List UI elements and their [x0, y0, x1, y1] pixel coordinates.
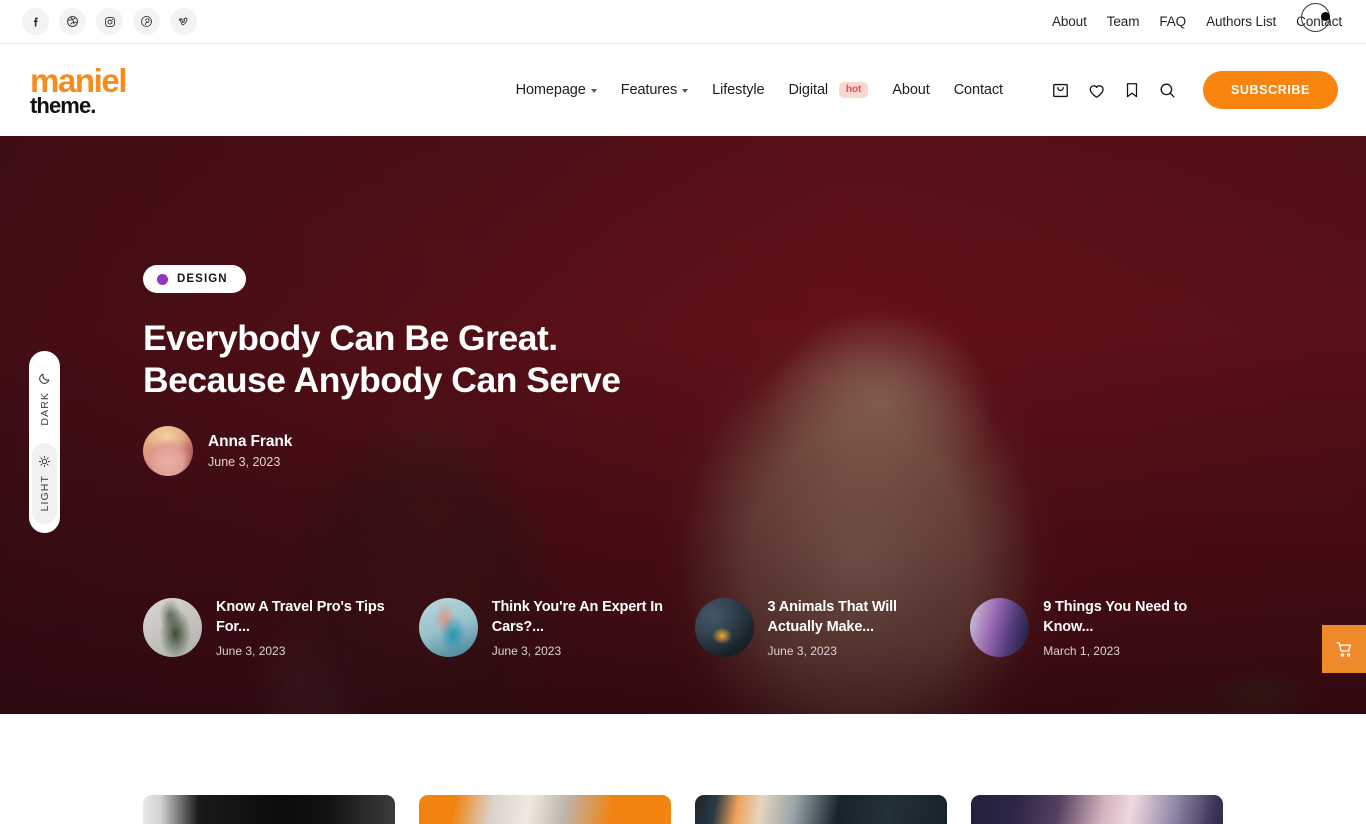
nav-label-contact: Contact: [953, 82, 1003, 98]
topbar-link-faq[interactable]: FAQ: [1149, 14, 1196, 29]
nav-item-digital[interactable]: Digital hot: [776, 82, 880, 98]
article-date: June 3, 2023: [767, 644, 837, 658]
topbar-nav: About Team FAQ Authors List Contact: [1042, 14, 1346, 29]
hero-author-name: Anna Frank: [208, 433, 293, 451]
hero-author-meta: Anna Frank June 3, 2023: [208, 433, 292, 469]
article-date: June 3, 2023: [491, 644, 562, 658]
article-card[interactable]: [143, 795, 395, 824]
article-text: 9 Things You Need to Know... March 1, 20…: [1043, 597, 1228, 658]
article-thumbnail: [418, 597, 478, 657]
hero-author-date: June 3, 2023: [208, 455, 281, 470]
article-date: June 3, 2023: [216, 644, 286, 658]
article-card[interactable]: [971, 795, 1223, 824]
nav-item-homepage[interactable]: Homepage: [504, 82, 609, 98]
article-card[interactable]: [695, 795, 947, 824]
logo-text-primary: maniel: [30, 61, 128, 99]
list-item[interactable]: 9 Things You Need to Know... March 1, 20…: [970, 597, 1246, 658]
topbar-link-team[interactable]: Team: [1097, 14, 1150, 29]
article-title: Know A Travel Pro's Tips For...: [216, 598, 385, 636]
shopping-cart-icon: [1336, 641, 1351, 657]
site-logo[interactable]: maniel theme.: [30, 61, 128, 117]
articles-section: [0, 714, 1366, 824]
list-item[interactable]: 3 Animals That Will Actually Make... Jun…: [694, 597, 971, 658]
article-date: March 1, 2023: [1043, 644, 1120, 658]
nav-item-about[interactable]: About: [880, 82, 941, 98]
cart-tab-button[interactable]: [1322, 625, 1366, 673]
list-item[interactable]: Know A Travel Pro's Tips For... June 3, …: [143, 597, 419, 658]
article-thumbnail: [143, 597, 202, 657]
article-title: Think You're An Expert In Cars?...: [491, 598, 663, 636]
article-card-image: [419, 795, 671, 824]
site-header: maniel theme. Homepage Features Lifestyl…: [0, 44, 1366, 136]
shopping-bag-icon[interactable]: [1051, 81, 1070, 100]
theme-label-dark: DARK: [38, 392, 51, 426]
hero-category-badge[interactable]: DESIGN: [143, 265, 246, 293]
article-card-image: [695, 795, 947, 824]
theme-label-light: LIGHT: [38, 474, 51, 511]
chevron-down-icon: [682, 89, 689, 93]
dribbble-icon[interactable]: [59, 8, 86, 35]
article-thumbnail: [694, 597, 754, 657]
topbar: About Team FAQ Authors List Contact: [0, 0, 1366, 44]
vimeo-icon[interactable]: [170, 8, 197, 35]
heart-icon[interactable]: [1087, 81, 1106, 100]
search-icon[interactable]: [1158, 81, 1177, 100]
nav-item-features[interactable]: Features: [609, 82, 700, 98]
article-text: 3 Animals That Will Actually Make... Jun…: [768, 597, 953, 658]
article-card-image: [143, 795, 395, 824]
nav-item-lifestyle[interactable]: Lifestyle: [700, 82, 776, 98]
bookmark-icon[interactable]: [1123, 81, 1141, 99]
article-title: 9 Things You Need to Know...: [1043, 598, 1188, 636]
chevron-down-icon: [590, 89, 597, 93]
nav-item-contact[interactable]: Contact: [942, 82, 1015, 98]
article-card[interactable]: [419, 795, 671, 824]
topbar-link-authors-list[interactable]: Authors List: [1196, 14, 1286, 29]
nav-label-about: About: [892, 82, 930, 98]
article-thumbnail: [970, 597, 1030, 657]
hero-category-label: DESIGN: [177, 273, 228, 285]
topbar-link-contact[interactable]: Contact: [1286, 14, 1346, 29]
moon-icon: [38, 372, 51, 385]
pinterest-icon[interactable]: [133, 8, 160, 35]
sun-icon: [38, 455, 51, 468]
nav-label-lifestyle: Lifestyle: [712, 82, 765, 98]
social-links: [22, 8, 197, 35]
instagram-icon[interactable]: [96, 8, 123, 35]
avatar: [143, 426, 193, 477]
hero-content: DESIGN Everybody Can Be Great. Because A…: [143, 265, 803, 477]
article-text: Know A Travel Pro's Tips For... June 3, …: [216, 597, 401, 658]
header-icon-group: [1051, 81, 1177, 100]
theme-switcher: DARK LIGHT: [29, 351, 60, 533]
category-dot-icon: [157, 273, 168, 285]
hot-badge: hot: [839, 82, 869, 98]
topbar-link-about[interactable]: About: [1042, 14, 1097, 29]
article-text: Think You're An Expert In Cars?... June …: [492, 597, 677, 658]
subscribe-button[interactable]: SUBSCRIBE: [1202, 71, 1338, 109]
list-item[interactable]: Think You're An Expert In Cars?... June …: [418, 597, 695, 658]
main-nav: Homepage Features Lifestyle Digital hot …: [504, 82, 1015, 98]
hero-title[interactable]: Everybody Can Be Great. Because Anybody …: [143, 317, 703, 401]
nav-label-features: Features: [620, 82, 678, 98]
hero-section: DARK LIGHT DESIGN Everybody Can Be Great…: [0, 136, 1366, 714]
facebook-icon[interactable]: [22, 8, 49, 35]
theme-option-light[interactable]: LIGHT: [32, 442, 57, 524]
nav-label-homepage: Homepage: [515, 82, 586, 98]
article-title: 3 Animals That Will Actually Make...: [767, 598, 898, 636]
articles-grid: [0, 795, 1366, 824]
article-card-image: [971, 795, 1223, 824]
theme-option-dark[interactable]: DARK: [32, 360, 57, 439]
hero-author[interactable]: Anna Frank June 3, 2023: [143, 426, 803, 477]
nav-label-digital: Digital: [788, 82, 829, 98]
hero-article-strip: Know A Travel Pro's Tips For... June 3, …: [143, 597, 1246, 658]
